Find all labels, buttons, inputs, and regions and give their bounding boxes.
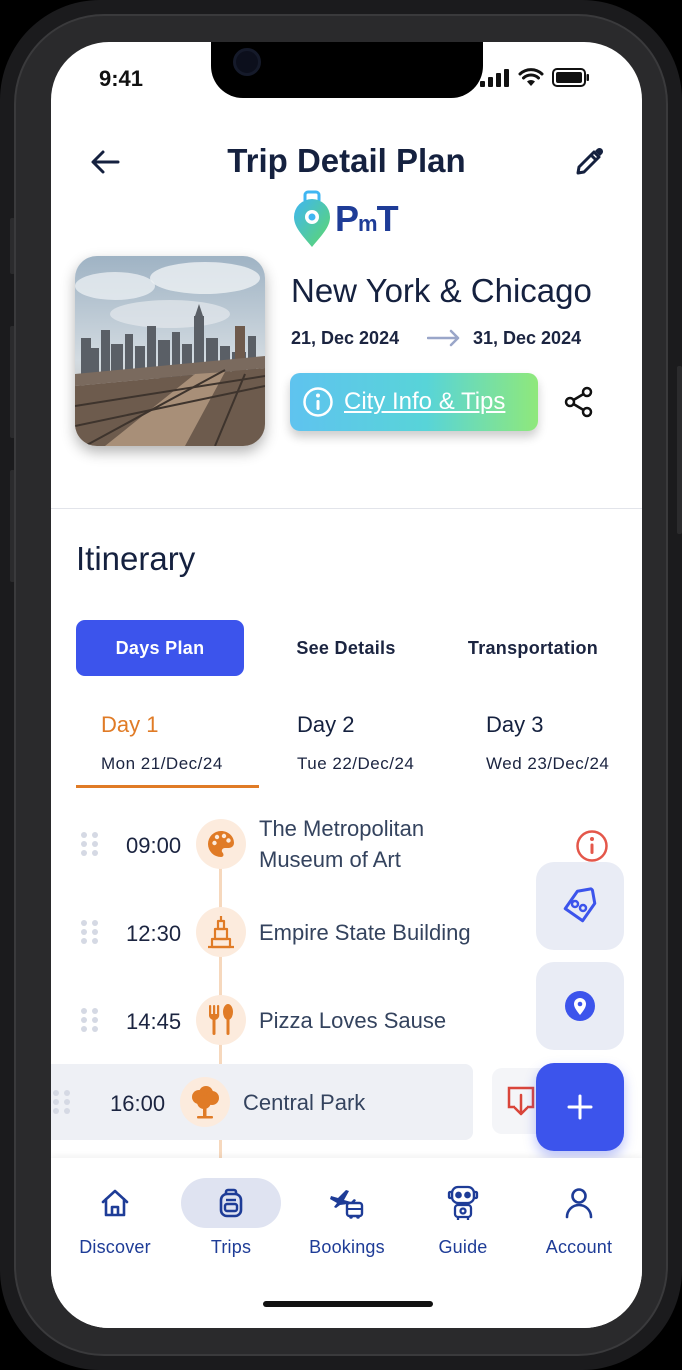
backpack-icon xyxy=(219,1188,243,1218)
robot-icon xyxy=(447,1185,479,1220)
activity-name: Pizza Loves Sause xyxy=(259,1008,447,1033)
home-indicator xyxy=(263,1301,433,1307)
app-logo: PmT xyxy=(291,189,411,249)
app-header: Trip Detail Plan xyxy=(51,132,642,192)
activity-icon-bg xyxy=(196,819,246,869)
day-tab-1[interactable]: Day 1 Mon 21/Dec/24 xyxy=(101,712,223,796)
status-icons xyxy=(480,68,590,87)
day-tab-label: Day 3 xyxy=(486,712,544,737)
tree-icon xyxy=(192,1086,219,1119)
power-button xyxy=(677,366,682,534)
palette-icon xyxy=(208,831,234,857)
nav-account[interactable]: Account xyxy=(521,1158,637,1268)
location-pin-icon xyxy=(565,991,595,1021)
city-skyline-image xyxy=(75,256,265,446)
plus-icon xyxy=(567,1094,593,1120)
activity-name: Central Park xyxy=(243,1090,366,1115)
day-tab-label: Day 2 xyxy=(297,712,355,737)
nav-bookings[interactable]: Bookings xyxy=(289,1158,405,1268)
trip-end-date: 31, Dec 2024 xyxy=(473,328,582,348)
tab-see-details[interactable]: See Details xyxy=(261,620,431,676)
nav-label: Bookings xyxy=(309,1237,385,1257)
tag-button[interactable] xyxy=(536,862,624,950)
city-info-label: City Info & Tips xyxy=(344,388,506,415)
nav-label: Guide xyxy=(438,1237,488,1257)
location-button[interactable] xyxy=(536,962,624,1050)
day-tab-label: Day 1 xyxy=(101,712,159,737)
logo-text: PmT xyxy=(335,198,399,239)
nav-icon-container xyxy=(413,1178,513,1228)
section-divider xyxy=(51,508,642,509)
info-icon xyxy=(303,387,333,417)
trip-start-date: 21, Dec 2024 xyxy=(291,328,400,348)
trip-cover-photo xyxy=(75,256,265,446)
drag-handle[interactable] xyxy=(81,832,98,856)
city-info-button[interactable]: City Info & Tips xyxy=(290,373,538,431)
itinerary-title: Itinerary xyxy=(76,540,196,577)
activity-time: 12:30 xyxy=(126,921,182,946)
nav-icon-container xyxy=(297,1178,397,1228)
person-icon xyxy=(565,1188,593,1219)
edit-button[interactable] xyxy=(569,142,609,182)
day-tab-3[interactable]: Day 3 Wed 23/Dec/24 xyxy=(486,712,609,796)
logo-pin-icon xyxy=(294,190,330,247)
screen: 9:41 Trip Detail Plan PmT New York & Chi… xyxy=(51,42,642,1328)
nav-guide[interactable]: Guide xyxy=(405,1158,521,1268)
wifi-icon xyxy=(518,68,544,86)
tab-days-plan[interactable]: Days Plan xyxy=(76,620,244,676)
download-icon xyxy=(507,1086,535,1116)
day-tab-date: Mon 21/Dec/24 xyxy=(101,754,223,773)
day-tab-date: Tue 22/Dec/24 xyxy=(297,754,415,773)
status-time: 9:41 xyxy=(99,66,144,91)
arrow-right-icon xyxy=(427,329,460,347)
activity-icon-bg xyxy=(196,995,246,1045)
nav-discover[interactable]: Discover xyxy=(57,1158,173,1268)
pencil-icon xyxy=(576,147,604,175)
nav-icon-container xyxy=(181,1178,281,1228)
activity-time: 14:45 xyxy=(126,1009,182,1034)
tab-transportation[interactable]: Transportation xyxy=(449,620,617,676)
activity-time: 09:00 xyxy=(126,833,182,858)
nav-icon-container xyxy=(529,1178,629,1228)
nav-label: Discover xyxy=(79,1237,151,1257)
plane-bus-icon xyxy=(330,1190,364,1219)
activity-icon-bg xyxy=(196,907,246,957)
add-activity-button[interactable] xyxy=(536,1063,624,1151)
building-icon xyxy=(208,916,234,949)
drag-handle[interactable] xyxy=(81,920,98,944)
active-day-indicator xyxy=(76,785,259,788)
nav-label: Account xyxy=(545,1237,613,1257)
signal-icon xyxy=(480,68,509,87)
activity-time: 16:00 xyxy=(110,1091,166,1116)
activity-info-button[interactable] xyxy=(574,828,610,864)
page-title: Trip Detail Plan xyxy=(227,142,466,179)
activity-name: Empire State Building xyxy=(259,920,471,945)
dynamic-island xyxy=(211,42,483,98)
camera xyxy=(233,48,261,76)
home-icon xyxy=(101,1189,129,1217)
info-icon xyxy=(576,830,608,862)
restaurant-icon xyxy=(209,1004,233,1035)
share-icon xyxy=(564,386,593,418)
nav-icon-container xyxy=(65,1178,165,1228)
day-tab-2[interactable]: Day 2 Tue 22/Dec/24 xyxy=(297,712,414,796)
nav-trips[interactable]: Trips xyxy=(173,1158,289,1268)
activity-row-4[interactable]: 16:00 Central Park xyxy=(51,1068,481,1138)
drag-handle[interactable] xyxy=(53,1090,70,1114)
day-tab-date: Wed 23/Dec/24 xyxy=(486,754,610,773)
nav-label: Trips xyxy=(210,1237,252,1257)
activity-icon-bg xyxy=(180,1077,230,1127)
trip-name: New York & Chicago xyxy=(291,272,592,309)
tag-icon xyxy=(563,887,597,923)
activity-name: The Metropolitan Museum of Art xyxy=(259,816,425,872)
drag-handle[interactable] xyxy=(81,1008,98,1032)
battery-icon xyxy=(552,68,589,87)
share-button[interactable] xyxy=(559,382,599,422)
